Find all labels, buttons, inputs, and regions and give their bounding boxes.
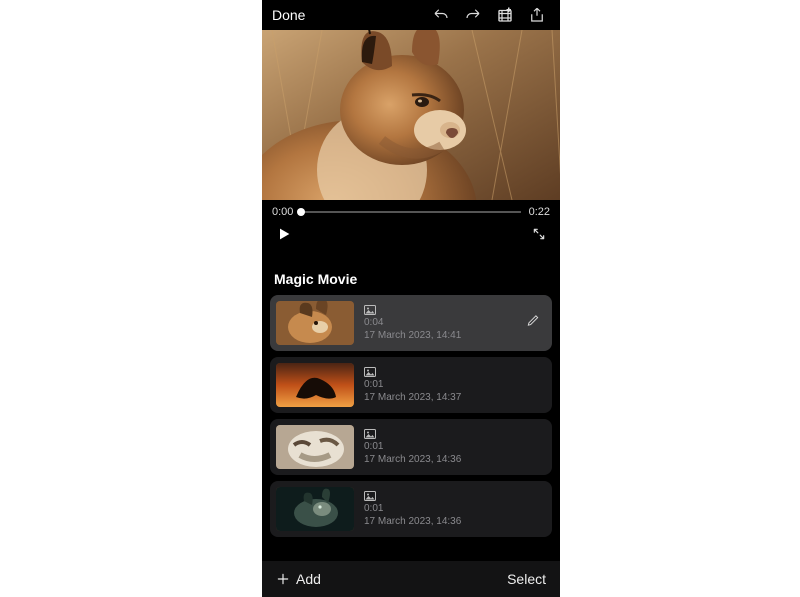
clip-thumbnail <box>276 301 354 345</box>
image-icon <box>364 429 376 439</box>
plus-icon <box>276 572 290 586</box>
pencil-icon <box>526 314 540 328</box>
top-bar: Done <box>262 0 560 30</box>
clip-duration: 0:01 <box>364 379 461 390</box>
scrubber-track[interactable] <box>301 211 520 213</box>
clip-date: 17 March 2023, 14:41 <box>364 330 461 341</box>
expand-icon <box>532 227 546 241</box>
play-button[interactable] <box>276 226 292 247</box>
share-icon <box>528 6 546 24</box>
select-button[interactable]: Select <box>507 571 546 587</box>
clip-thumbnail <box>276 425 354 469</box>
clips-list: 0:04 17 March 2023, 14:41 <box>262 295 560 561</box>
image-icon <box>364 491 376 501</box>
redo-button[interactable] <box>460 2 486 28</box>
clip-thumbnail <box>276 363 354 407</box>
clip-thumbnail <box>276 487 354 531</box>
add-button[interactable]: Add <box>276 571 321 587</box>
clip-item[interactable]: 0:01 17 March 2023, 14:36 <box>270 419 552 475</box>
add-label: Add <box>296 571 321 587</box>
bottom-bar: Add Select <box>262 561 560 597</box>
scrubber-thumb[interactable] <box>297 208 305 216</box>
share-button[interactable] <box>524 2 550 28</box>
player-controls <box>262 218 560 261</box>
undo-button[interactable] <box>428 2 454 28</box>
clip-item[interactable]: 0:01 17 March 2023, 14:37 <box>270 357 552 413</box>
clip-item[interactable]: 0:04 17 March 2023, 14:41 <box>270 295 552 351</box>
duration: 0:22 <box>529 206 550 218</box>
filmstrip-plus-icon <box>496 6 514 24</box>
edit-clip-button[interactable] <box>526 314 540 333</box>
clip-date: 17 March 2023, 14:36 <box>364 454 461 465</box>
add-media-button[interactable] <box>492 2 518 28</box>
clip-date: 17 March 2023, 14:36 <box>364 516 461 527</box>
section-title: Magic Movie <box>262 261 560 295</box>
image-icon <box>364 367 376 377</box>
fullscreen-button[interactable] <box>532 227 546 246</box>
video-preview[interactable] <box>262 30 560 200</box>
image-icon <box>364 305 376 315</box>
clip-duration: 0:04 <box>364 317 461 328</box>
app-screen: Done <box>262 0 560 597</box>
clip-date: 17 March 2023, 14:37 <box>364 392 461 403</box>
scrubber: 0:00 0:22 <box>262 200 560 218</box>
redo-icon <box>464 6 482 24</box>
undo-icon <box>432 6 450 24</box>
clip-duration: 0:01 <box>364 441 461 452</box>
clip-duration: 0:01 <box>364 503 461 514</box>
preview-image <box>262 30 560 200</box>
clip-item[interactable]: 0:01 17 March 2023, 14:36 <box>270 481 552 537</box>
current-time: 0:00 <box>272 206 293 218</box>
done-button[interactable]: Done <box>272 7 305 23</box>
play-icon <box>276 226 292 242</box>
